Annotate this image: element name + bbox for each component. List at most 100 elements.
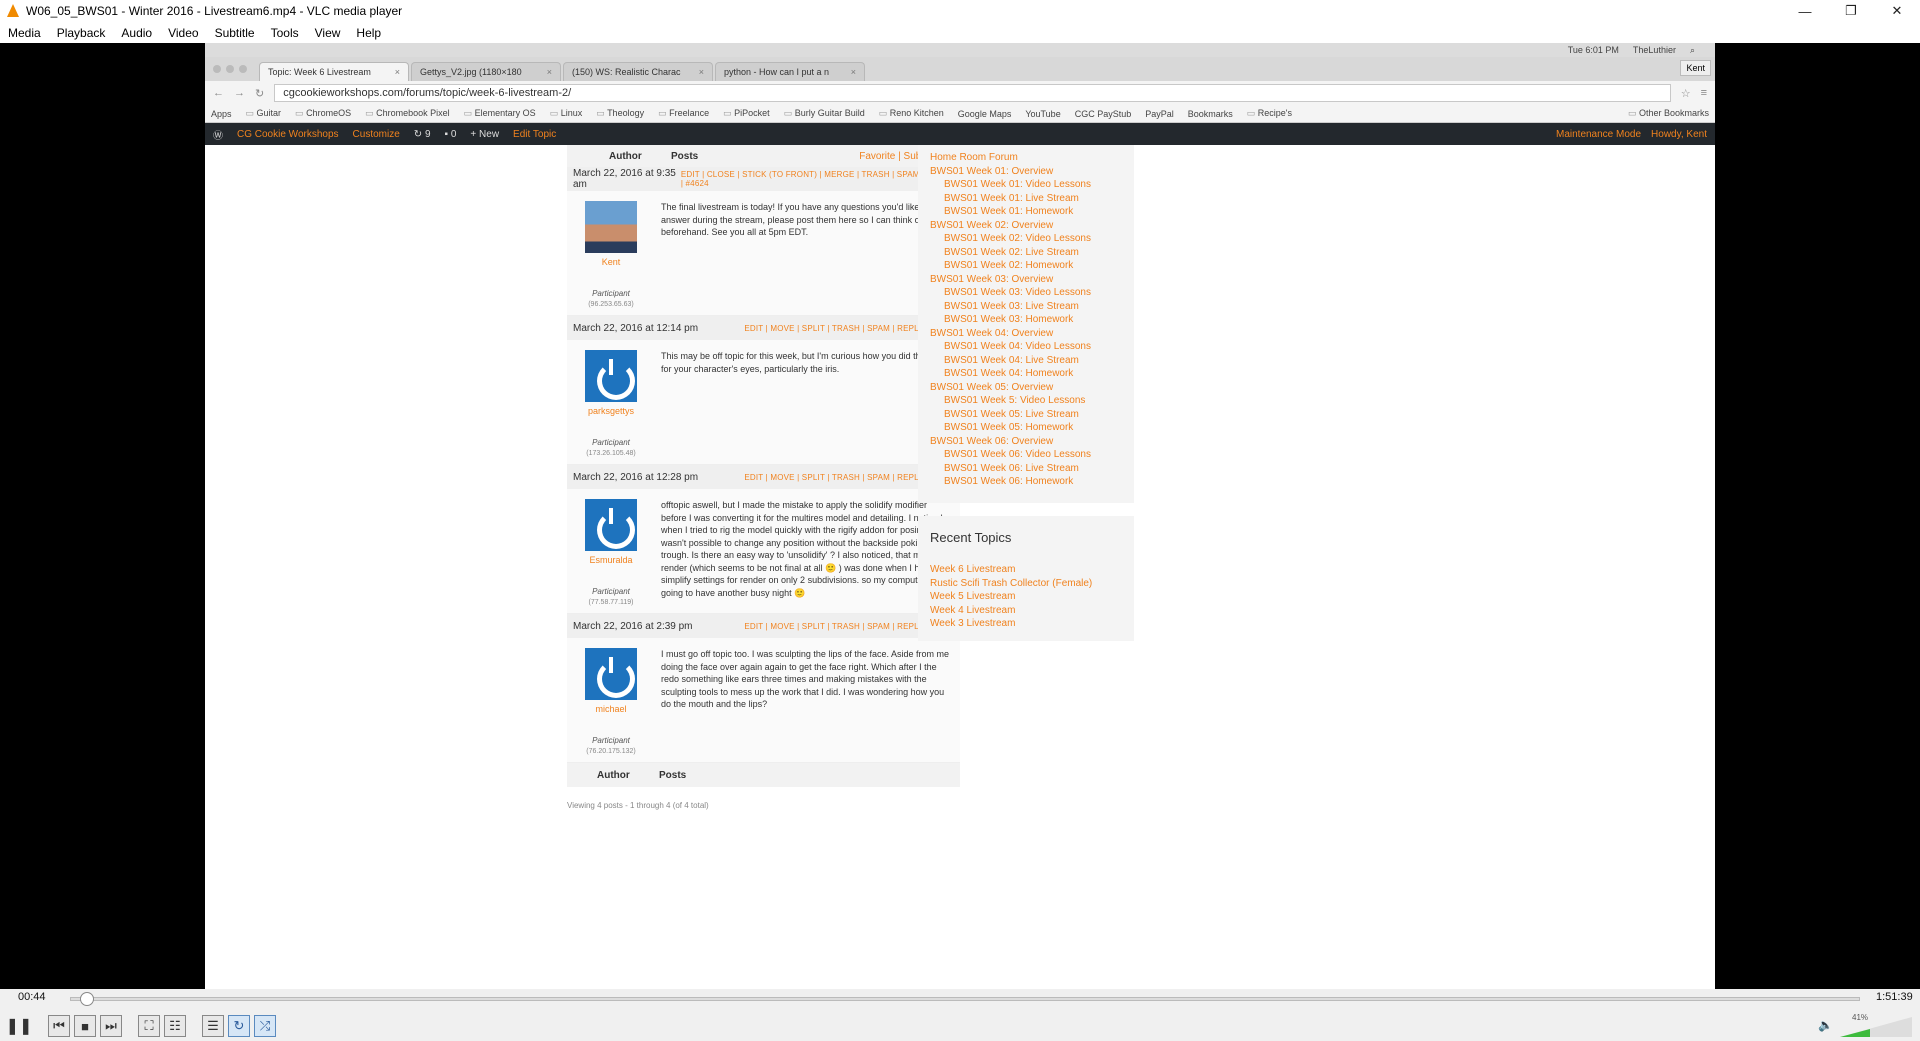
wp-comments: ▪ 0 [444, 128, 457, 140]
volume-percent: 41% [1852, 1013, 1869, 1022]
col-posts: Posts [659, 769, 687, 781]
volume-fill [1840, 1029, 1870, 1037]
post-author: parksgettys Participant (173.26.105.48) [573, 350, 649, 457]
bookmark-item: Linux [550, 108, 583, 119]
post-action-links: EDIT | CLOSE | STICK (TO FRONT) | MERGE … [680, 170, 954, 179]
forum-link: BWS01 Week 01: Video Lessons [944, 179, 1091, 190]
loop-button[interactable]: ↻ [228, 1015, 250, 1037]
wp-edit-topic: Edit Topic [513, 128, 557, 140]
forum-page: Author Posts Favorite | Subscribe March … [205, 145, 1715, 989]
forum-link: BWS01 Week 03: Video Lessons [944, 287, 1091, 298]
bookmark-item: PayPal [1145, 108, 1174, 119]
minimize-button[interactable]: — [1782, 0, 1828, 22]
mac-menubar: Tue 6:01 PM TheLuthier ⌕ [205, 43, 1715, 57]
address-row: ← → ↻ cgcookieworkshops.com/forums/topic… [205, 81, 1715, 105]
menu-icon: ≡ [1700, 87, 1707, 99]
bookmark-item: PiPocket [723, 108, 770, 119]
profile-chip: Kent [1680, 60, 1711, 76]
forum-link: BWS01 Week 05: Homework [944, 422, 1074, 433]
post-body: Kent Participant (96.253.65.63) The final l… [567, 191, 960, 315]
forum-link: BWS01 Week 06: Video Lessons [944, 449, 1091, 460]
forum-post: March 22, 2016 at 2:39 pm EDIT | MOVE | S… [567, 614, 960, 763]
vlc-cone-icon [6, 4, 20, 18]
post-author: Esmuralda Participant (77.58.77.119) [573, 499, 649, 606]
video-area[interactable]: Tue 6:01 PM TheLuthier ⌕ Topic: Week 6 L… [0, 43, 1920, 989]
post-action-links: EDIT | MOVE | SPLIT | TRASH | SPAM | REP… [744, 323, 924, 333]
close-button[interactable]: ✕ [1874, 0, 1920, 22]
favorite-link: Favorite [859, 150, 896, 162]
forum-link: BWS01 Week 05: Live Stream [944, 408, 1079, 420]
menu-playback[interactable]: Playback [49, 26, 114, 40]
wp-bar-right: Maintenance Mode Howdy, Kent [1556, 129, 1707, 140]
bookmark-item: Freelance [658, 108, 709, 119]
menu-audio[interactable]: Audio [113, 26, 160, 40]
shuffle-button[interactable]: ⤮ [254, 1015, 276, 1037]
forum-topic: Author Posts Favorite | Subscribe March … [567, 145, 960, 810]
tab-label: Topic: Week 6 Livestream [268, 67, 371, 77]
author-ip: (76.20.175.132) [586, 748, 636, 755]
reload-icon: ↻ [255, 87, 265, 100]
menu-media[interactable]: Media [0, 26, 49, 40]
post-id: #4624 [685, 179, 709, 188]
forum-link: BWS01 Week 06: Homework [944, 476, 1074, 487]
fullscreen-button[interactable]: ⛶ [138, 1015, 160, 1037]
other-bookmarks: Other Bookmarks [1628, 108, 1709, 119]
forum-header: Author Posts Favorite | Subscribe [567, 145, 960, 167]
bookmark-item: Recipe's [1247, 108, 1292, 119]
recent-topics-title: Recent Topics [930, 530, 1012, 545]
post-date: March 22, 2016 at 12:28 pm [573, 471, 699, 483]
menu-subtitle[interactable]: Subtitle [207, 26, 263, 40]
forum-link: BWS01 Week 01: Overview [930, 165, 1054, 177]
wp-updates: ↻ 9 [413, 128, 431, 140]
recent-topic-link: Rustic Scifi Trash Collector (Female) [930, 577, 1093, 589]
author-name: Esmuralda [589, 555, 633, 565]
author-ip: (96.253.65.63) [588, 301, 634, 308]
post-meta: March 22, 2016 at 12:28 pm EDIT | MOVE | … [567, 465, 960, 489]
forum-link: BWS01 Week 04: Homework [944, 368, 1074, 379]
playlist-button[interactable]: ☰ [202, 1015, 224, 1037]
bookmark-item: Bookmarks [1187, 108, 1233, 119]
bookmark-item: Elementary OS [464, 108, 536, 119]
forum-link: BWS01 Week 02: Live Stream [944, 246, 1079, 258]
menu-tools[interactable]: Tools [263, 26, 307, 40]
bookmark-item: ChromeOS [295, 108, 351, 119]
previous-button[interactable]: ⏮ [48, 1015, 70, 1037]
wp-site-name: CG Cookie Workshops [237, 128, 339, 140]
post-text: This may be off topic for this week, but… [661, 351, 950, 374]
menu-view[interactable]: View [307, 26, 349, 40]
tab-label: Gettys_V2.jpg (1180×180 [420, 67, 522, 77]
forum-list: Home Room Forum BWS01 Week 01: Overview BW… [918, 145, 1134, 503]
author-name: michael [595, 704, 627, 714]
star-icon: ☆ [1680, 87, 1691, 100]
pause-button[interactable]: ❚❚ [6, 1015, 33, 1037]
forum-link: BWS01 Week 03: Live Stream [944, 300, 1079, 312]
avatar [585, 499, 637, 551]
wp-comments-count: 0 [450, 128, 457, 140]
post-meta: March 22, 2016 at 9:35 am EDIT | CLOSE | … [567, 167, 960, 191]
speaker-icon[interactable]: 🔈 [1818, 1018, 1833, 1032]
forum-link: BWS01 Week 04: Overview [930, 327, 1054, 339]
author-role: Participant [592, 587, 630, 596]
menu-video[interactable]: Video [160, 26, 206, 40]
author-ip: (77.58.77.119) [588, 599, 634, 606]
bookmark-item: Apps [211, 108, 232, 119]
post-action-links: EDIT | MOVE | SPLIT | TRASH | SPAM | REP… [744, 472, 924, 482]
bookmark-item: Reno Kitchen [879, 108, 944, 119]
restore-button[interactable]: ❐ [1828, 0, 1874, 22]
post-date: March 22, 2016 at 2:39 pm [573, 620, 693, 632]
stop-button[interactable]: ■ [74, 1015, 96, 1037]
seek-handle[interactable] [79, 992, 94, 1006]
volume-slider[interactable]: 41% [1840, 1013, 1912, 1037]
menu-help[interactable]: Help [348, 26, 389, 40]
next-button[interactable]: ⏭ [100, 1015, 122, 1037]
browser-tab: Gettys_V2.jpg (1180×180 × [411, 62, 561, 81]
post-actions: EDIT | CLOSE | STICK (TO FRONT) | MERGE … [680, 170, 954, 188]
post-action-links: EDIT | MOVE | SPLIT | TRASH | SPAM | REP… [744, 621, 924, 631]
forum-post: March 22, 2016 at 12:14 pm EDIT | MOVE | … [567, 316, 960, 465]
bookmark-item: Guitar [246, 108, 282, 119]
elapsed-time: 00:44 [18, 991, 46, 1003]
seek-bar[interactable] [70, 992, 1860, 1006]
recent-topic-link: Week 3 Livestream [930, 618, 1016, 629]
extended-settings-button[interactable]: ☷ [164, 1015, 186, 1037]
recent-topic-link: Week 6 Livestream [930, 564, 1016, 575]
